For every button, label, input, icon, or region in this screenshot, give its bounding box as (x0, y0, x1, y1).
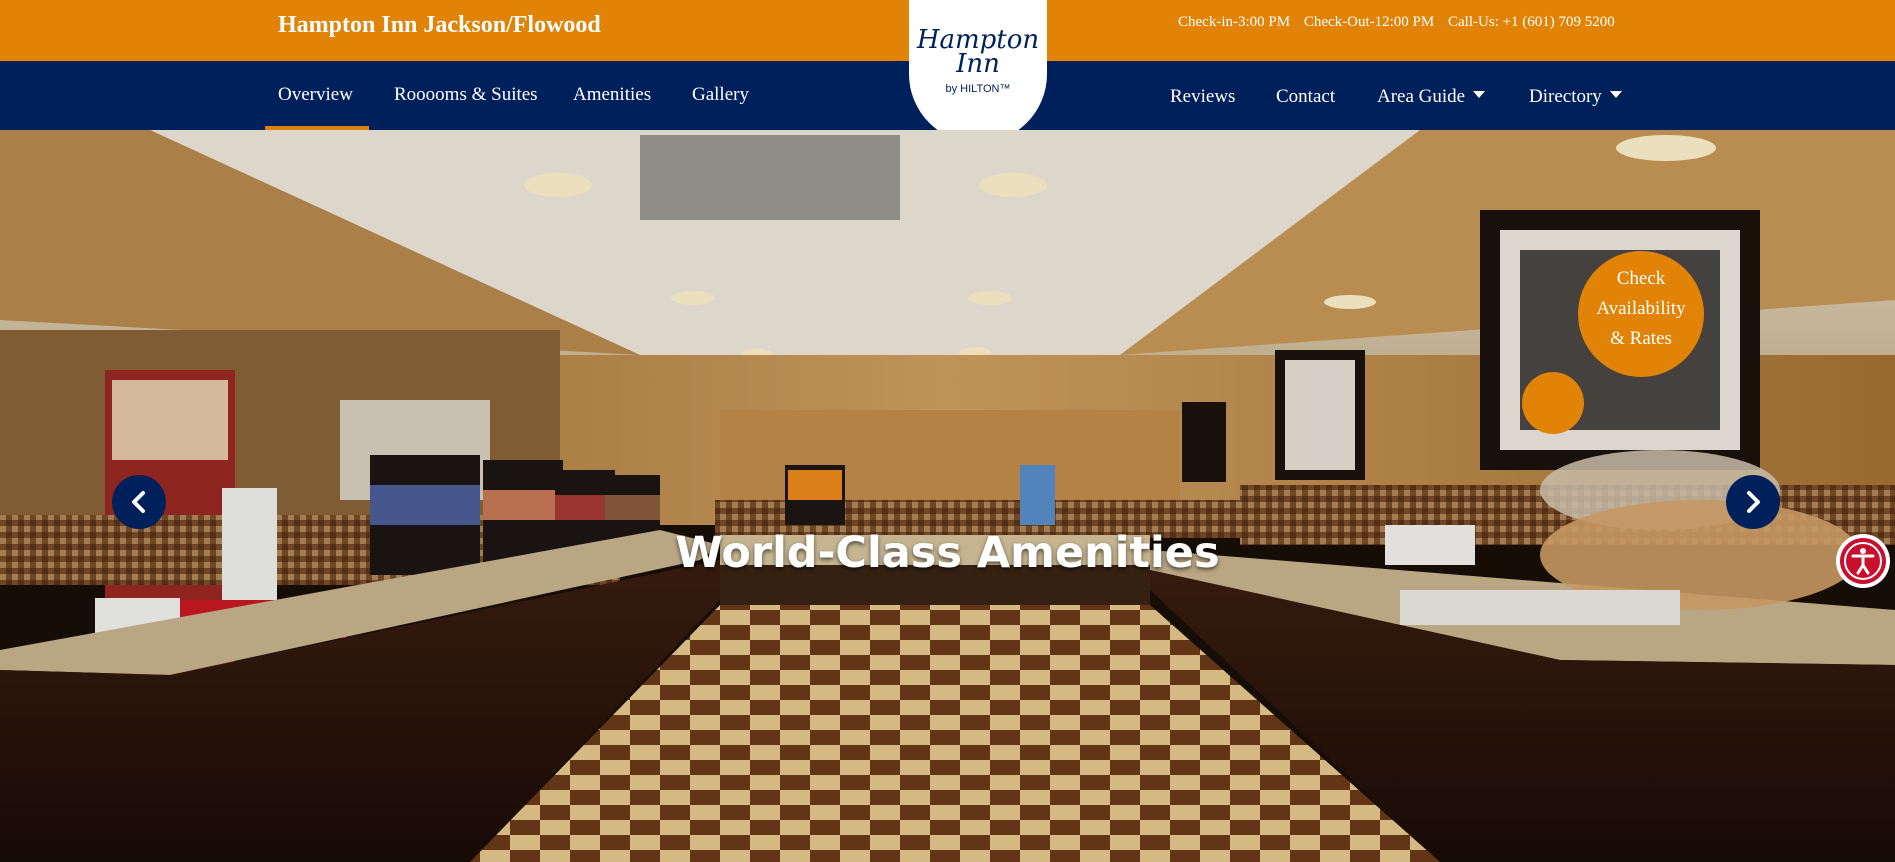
nav-reviews[interactable]: Reviews (1170, 86, 1235, 108)
caret-down-icon (1609, 91, 1622, 99)
hotel-name[interactable]: Hampton Inn Jackson/Flowood (278, 12, 601, 39)
hampton-logo[interactable]: Hampton Inn by HILTON™ (909, 0, 1047, 143)
nav-directory[interactable]: Directory (1529, 86, 1622, 108)
hero-image (0, 130, 1895, 862)
nav-amenities[interactable]: Amenities (573, 84, 651, 106)
accessibility-button[interactable] (1836, 534, 1890, 588)
caret-down-icon (1473, 91, 1486, 99)
checkin-time: Check-in-3:00 PM (1178, 14, 1291, 30)
chevron-left-icon (132, 491, 145, 513)
cta-decor-dot (1522, 372, 1584, 434)
accessibility-icon (1844, 542, 1882, 580)
call-us-link[interactable]: Call-Us: +1 (601) 709 5200 (1448, 14, 1615, 30)
nav-area-guide-label: Area Guide (1377, 86, 1466, 107)
nav-rooms-suites[interactable]: Rooooms & Suites (394, 84, 538, 106)
cta-line-2: Availability (1596, 298, 1686, 319)
hero-slider: World-Class Amenities Check Availability… (0, 130, 1895, 862)
cta-line-1: Check (1616, 268, 1666, 289)
cta-line-3: & Rates (1610, 328, 1672, 349)
accessibility-badge (1840, 538, 1886, 584)
nav-overview[interactable]: Overview (278, 84, 353, 106)
nav-area-guide[interactable]: Area Guide (1377, 86, 1486, 108)
nav-directory-label: Directory (1529, 86, 1602, 107)
cta-label: Check Availability & Rates (1578, 264, 1704, 354)
logo-line-inn: Inn (956, 49, 1000, 79)
hero-title: World-Class Amenities (675, 528, 1220, 578)
checkout-time: Check-Out-12:00 PM (1303, 14, 1435, 30)
chevron-right-icon (1747, 491, 1760, 513)
slider-prev-button[interactable] (112, 475, 166, 529)
logo-by-hilton: by HILTON™ (945, 83, 1011, 95)
nav-gallery[interactable]: Gallery (692, 84, 749, 106)
slider-next-button[interactable] (1726, 475, 1780, 529)
top-info: Check-in-3:00 PM Check-Out-12:00 PM Call… (1178, 14, 1615, 31)
nav-contact[interactable]: Contact (1276, 86, 1335, 108)
check-availability-button[interactable]: Check Availability & Rates (1578, 251, 1704, 377)
logo-wordmark: Hampton Inn (909, 27, 1047, 79)
